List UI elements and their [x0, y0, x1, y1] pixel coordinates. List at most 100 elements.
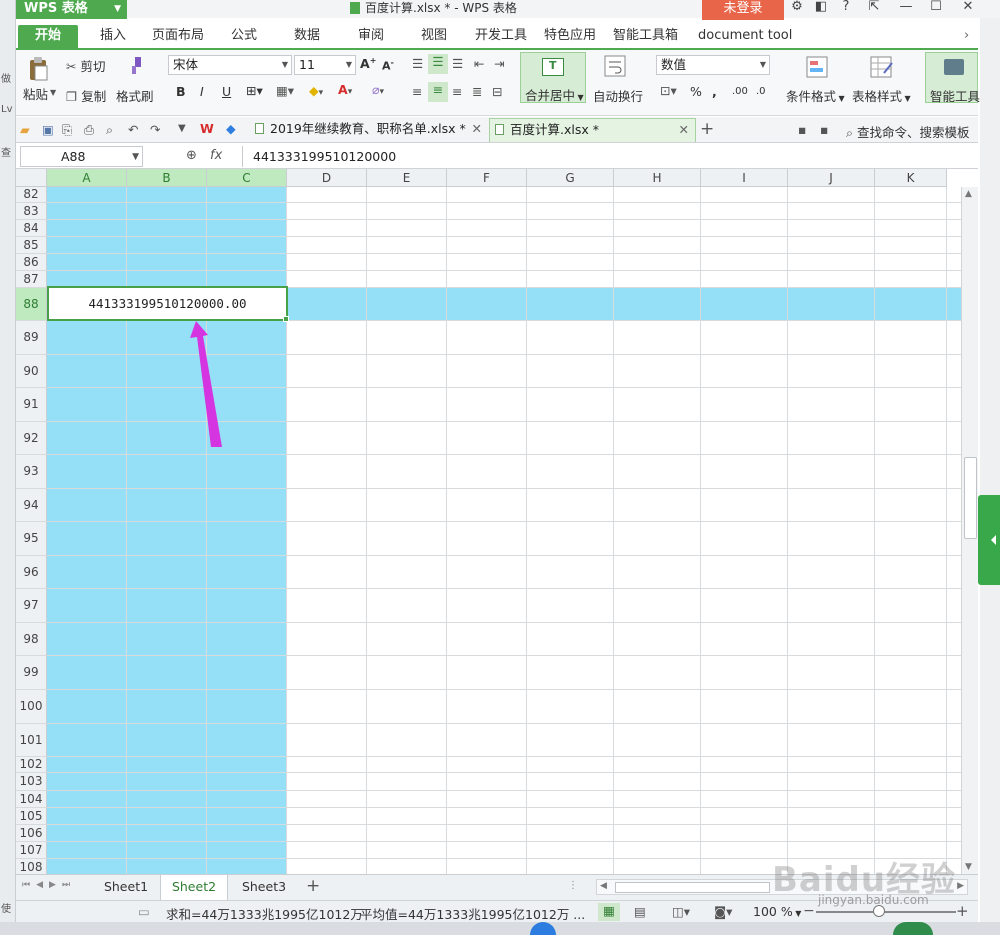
row-header-86[interactable]: 86 [16, 254, 47, 271]
column-header-j[interactable]: J [788, 169, 875, 187]
command-search[interactable]: ⌕ 查找命令、搜索模板 [846, 122, 970, 141]
skin-icon[interactable]: ◧ [810, 0, 832, 16]
row-header-96[interactable]: 96 [16, 556, 47, 589]
row-header-94[interactable]: 94 [16, 489, 47, 522]
cell-style-icon[interactable]: ▦▾ [276, 83, 294, 98]
conditional-format-button[interactable]: 条件格式 ▼ [786, 86, 845, 105]
sheet-tab-2[interactable]: Sheet2 [160, 875, 228, 900]
cut-button[interactable]: ✂ 剪切 [66, 56, 105, 75]
horizontal-scroll-thumb[interactable] [615, 882, 770, 893]
tab-developer[interactable]: 开发工具 [475, 25, 527, 49]
name-box[interactable]: A88 ▼ [20, 146, 143, 167]
column-header-b[interactable]: B [127, 169, 207, 187]
clear-format-icon[interactable]: ⌀▾ [372, 82, 384, 97]
column-header-g[interactable]: G [527, 169, 614, 187]
row-header-103[interactable]: 103 [16, 773, 47, 791]
row-header-84[interactable]: 84 [16, 220, 47, 237]
open-folder-icon[interactable]: ▰ [20, 122, 30, 137]
align-center-icon[interactable]: ≡ [428, 82, 448, 102]
select-all-corner[interactable] [16, 169, 47, 187]
export-icon[interactable]: ⎘ [62, 122, 72, 138]
scroll-up-icon[interactable]: ▲ [965, 189, 972, 199]
row-header-104[interactable]: 104 [16, 791, 47, 808]
maximize-icon[interactable]: ☐ [928, 0, 944, 16]
align-bottom-icon[interactable]: ☰ [452, 56, 463, 71]
sheet-bar-menu-icon[interactable]: ⋮ [568, 880, 578, 891]
tab-special-apps[interactable]: 特色应用 [544, 25, 596, 49]
new-tab-icon[interactable]: + [700, 119, 714, 139]
tab-formulas[interactable]: 公式 [231, 25, 257, 49]
row-header-101[interactable]: 101 [16, 724, 47, 757]
zoom-formula-icon[interactable]: ⊕ [186, 148, 197, 163]
conditional-format-icon[interactable] [806, 56, 828, 81]
align-right-icon[interactable]: ≡ [452, 84, 462, 99]
ribbon-scroll-right-icon[interactable]: › [964, 25, 969, 49]
tab-home[interactable]: 开始 [18, 25, 78, 49]
row-header-88[interactable]: 88 [16, 288, 47, 321]
justify-icon[interactable]: ≣ [472, 84, 482, 99]
undo-icon[interactable]: ↶ [128, 122, 138, 137]
restore-window-icon[interactable]: ⇱ [866, 0, 882, 16]
indent-increase-icon[interactable]: ⇥ [494, 56, 504, 71]
formula-input[interactable]: 441333199510120000 [242, 146, 978, 167]
fill-handle[interactable] [283, 316, 289, 322]
close-icon[interactable]: ✕ [960, 0, 976, 16]
zoom-out-icon[interactable]: − [803, 903, 815, 919]
format-painter-icon[interactable] [126, 55, 146, 78]
column-header-d[interactable]: D [287, 169, 367, 187]
column-header-e[interactable]: E [367, 169, 447, 187]
row-header-108[interactable]: 108 [16, 859, 47, 874]
align-middle-icon[interactable]: ☰ [428, 54, 448, 74]
scroll-left-icon[interactable]: ◀ [600, 881, 607, 891]
tab-page-layout[interactable]: 页面布局 [152, 25, 204, 49]
column-header-i[interactable]: I [701, 169, 788, 187]
indent-decrease-icon[interactable]: ⇤ [474, 56, 484, 71]
row-header-97[interactable]: 97 [16, 589, 47, 623]
tab-review[interactable]: 审阅 [358, 25, 384, 49]
zoom-level[interactable]: 100 % ▼ [753, 904, 801, 919]
active-cell-a88[interactable]: 441333199510120000.00 [47, 286, 288, 321]
number-format-select[interactable]: 数值 ▼ [656, 55, 770, 75]
copy-button[interactable]: ❐ 复制 [66, 86, 106, 105]
normal-view-icon[interactable]: ▦ [598, 903, 620, 921]
align-left-icon[interactable]: ≡ [412, 84, 422, 99]
increase-font-icon[interactable]: A+ [360, 56, 376, 71]
page-break-view-icon[interactable]: ▤ [634, 904, 646, 919]
table-style-button[interactable]: 表格样式 ▼ [852, 86, 911, 105]
row-header-92[interactable]: 92 [16, 422, 47, 455]
vertical-scroll-thumb[interactable] [964, 457, 977, 539]
wrap-text-button[interactable]: 自动换行 [593, 86, 643, 105]
spreadsheet-grid[interactable]: A B C D E F G H I J K 82 83 84 85 86 87 88 89 90 91 92 93 94 95 9… [16, 169, 978, 874]
bold-icon[interactable]: B [176, 84, 186, 99]
eye-protection-icon[interactable]: ◙▾ [714, 904, 732, 919]
row-header-102[interactable]: 102 [16, 757, 47, 773]
row-header-105[interactable]: 105 [16, 808, 47, 825]
doc-tab-active[interactable]: 百度计算.xlsx * ✕ [489, 118, 696, 142]
font-size-select[interactable]: 11 ▼ [294, 55, 356, 75]
row-header-93[interactable]: 93 [16, 455, 47, 489]
chevron-down-icon[interactable]: ▼ [50, 88, 56, 97]
format-painter-button[interactable]: 格式刷 [116, 86, 154, 105]
row-header-95[interactable]: 95 [16, 522, 47, 556]
row-header-85[interactable]: 85 [16, 237, 47, 254]
row-header-91[interactable]: 91 [16, 388, 47, 422]
italic-icon[interactable]: I [200, 84, 204, 99]
assistant-ball-icon[interactable] [893, 922, 933, 935]
print-preview-icon[interactable]: ⌕ [106, 122, 113, 138]
sheet-nav-arrows-icon[interactable]: ⏮◀▶⏭ [22, 880, 76, 890]
row-header-100[interactable]: 100 [16, 690, 47, 724]
paste-button[interactable]: 粘贴 [23, 84, 48, 103]
row-header-87[interactable]: 87 [16, 271, 47, 288]
minimize-icon[interactable]: — [898, 0, 914, 16]
sheet-tab-1[interactable]: Sheet1 [96, 875, 156, 900]
wps-app-menu-button[interactable]: WPS 表格 ▼ [16, 0, 127, 19]
column-header-h[interactable]: H [614, 169, 701, 187]
row-header-90[interactable]: 90 [16, 355, 47, 388]
percent-button[interactable]: % [690, 84, 702, 99]
reading-view-icon[interactable]: ◫▾ [672, 904, 690, 919]
column-header-k[interactable]: K [875, 169, 947, 187]
increase-decimal-icon[interactable]: .00 [732, 86, 748, 97]
wrap-text-icon[interactable] [604, 55, 626, 80]
column-header-a[interactable]: A [47, 169, 127, 187]
input-method-icon[interactable] [530, 922, 556, 935]
